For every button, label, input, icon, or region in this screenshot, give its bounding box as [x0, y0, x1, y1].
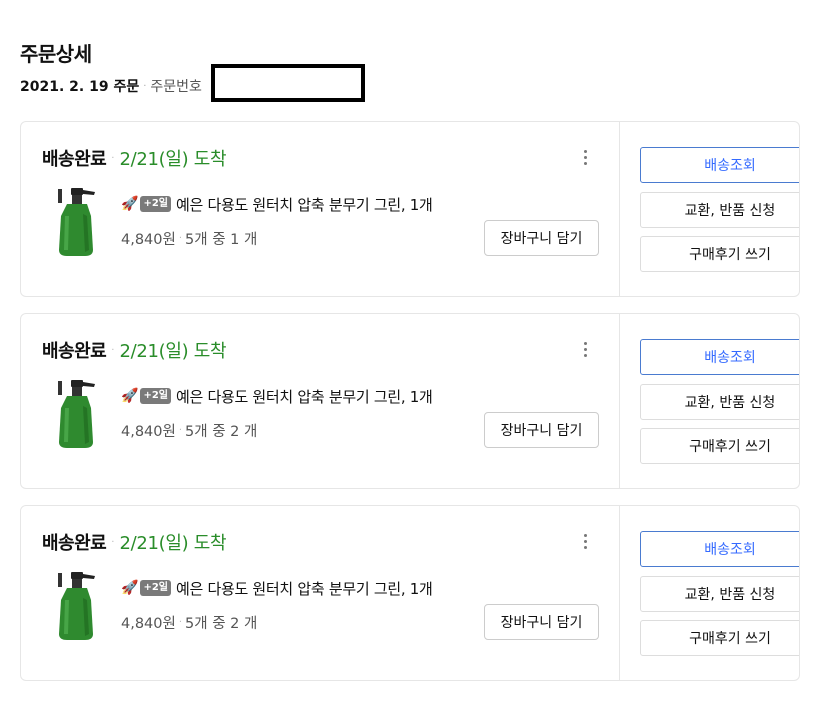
rocket-icon: 🚀	[121, 196, 139, 212]
product-name[interactable]: 예은 다용도 원터치 압축 분무기 그린, 1개	[176, 386, 433, 407]
exchange-return-button[interactable]: 교환, 반품 신청	[640, 576, 799, 612]
price-row: 4,840원 · 5개 중 2 개	[121, 612, 257, 632]
order-card: 배송완료 · 2/21(일) 도착 🚀 +2일 예은 다용도 원터치 압축 분무…	[20, 121, 800, 297]
separator-dot: ·	[178, 616, 183, 628]
order-card-left: 배송완료 · 2/21(일) 도착 🚀 +2일 예은 다용도 원터치 압축 분무…	[21, 122, 619, 296]
product-price: 4,840원	[121, 615, 176, 632]
product-price: 4,840원	[121, 231, 176, 248]
more-vertical-icon[interactable]	[578, 340, 592, 360]
delivery-badge: +2일	[140, 196, 171, 212]
separator-dot: ·	[178, 232, 183, 244]
arrival-date: 2/21(일) 도착	[119, 533, 227, 554]
price-row: 4,840원 · 5개 중 1 개	[121, 228, 257, 248]
delivery-badge: +2일	[140, 388, 171, 404]
card-divider	[619, 122, 620, 296]
separator-dot: ·	[143, 80, 147, 92]
separator-dot: ·	[178, 424, 183, 436]
add-to-cart-button[interactable]: 장바구니 담기	[484, 604, 599, 640]
order-number-label: 주문번호	[150, 79, 202, 95]
separator-dot: ·	[111, 152, 115, 164]
product-image[interactable]	[49, 570, 103, 642]
product-quantity: 5개 중 1 개	[185, 231, 258, 248]
rocket-icon: 🚀	[121, 580, 139, 596]
delivery-status: 배송완료	[42, 341, 107, 362]
product-name-row: 🚀 +2일 예은 다용도 원터치 압축 분무기 그린, 1개	[121, 385, 433, 407]
product-image[interactable]	[49, 186, 103, 258]
delivery-status-row: 배송완료 · 2/21(일) 도착	[42, 336, 227, 364]
order-card-left: 배송완료 · 2/21(일) 도착 🚀 +2일 예은 다용도 원터치 압축 분무…	[21, 314, 619, 488]
delivery-status-row: 배송완료 · 2/21(일) 도착	[42, 528, 227, 556]
product-name[interactable]: 예은 다용도 원터치 압축 분무기 그린, 1개	[176, 578, 433, 599]
product-quantity: 5개 중 2 개	[185, 615, 258, 632]
arrival-date: 2/21(일) 도착	[119, 341, 227, 362]
arrival-date: 2/21(일) 도착	[119, 149, 227, 170]
order-meta: 2021. 2. 19 주문 · 주문번호	[20, 76, 202, 96]
page-title: 주문상세	[20, 42, 92, 66]
write-review-button[interactable]: 구매후기 쓰기	[640, 428, 799, 464]
product-quantity: 5개 중 2 개	[185, 423, 258, 440]
order-card-left: 배송완료 · 2/21(일) 도착 🚀 +2일 예은 다용도 원터치 압축 분무…	[21, 506, 619, 680]
more-vertical-icon[interactable]	[578, 532, 592, 552]
product-price: 4,840원	[121, 423, 176, 440]
card-divider	[619, 506, 620, 680]
add-to-cart-button[interactable]: 장바구니 담기	[484, 220, 599, 256]
delivery-badge: +2일	[140, 580, 171, 596]
write-review-button[interactable]: 구매후기 쓰기	[640, 236, 799, 272]
delivery-status: 배송완료	[42, 149, 107, 170]
order-date: 2021. 2. 19 주문	[20, 79, 140, 95]
redaction-box	[211, 64, 365, 102]
more-vertical-icon[interactable]	[578, 148, 592, 168]
track-delivery-button[interactable]: 배송조회	[640, 531, 799, 567]
track-delivery-button[interactable]: 배송조회	[640, 339, 799, 375]
card-divider	[619, 314, 620, 488]
separator-dot: ·	[111, 536, 115, 548]
order-card: 배송완료 · 2/21(일) 도착 🚀 +2일 예은 다용도 원터치 압축 분무…	[20, 505, 800, 681]
price-row: 4,840원 · 5개 중 2 개	[121, 420, 257, 440]
track-delivery-button[interactable]: 배송조회	[640, 147, 799, 183]
product-image[interactable]	[49, 378, 103, 450]
order-card: 배송완료 · 2/21(일) 도착 🚀 +2일 예은 다용도 원터치 압축 분무…	[20, 313, 800, 489]
rocket-icon: 🚀	[121, 388, 139, 404]
product-name[interactable]: 예은 다용도 원터치 압축 분무기 그린, 1개	[176, 194, 433, 215]
add-to-cart-button[interactable]: 장바구니 담기	[484, 412, 599, 448]
write-review-button[interactable]: 구매후기 쓰기	[640, 620, 799, 656]
product-name-row: 🚀 +2일 예은 다용도 원터치 압축 분무기 그린, 1개	[121, 577, 433, 599]
separator-dot: ·	[111, 344, 115, 356]
exchange-return-button[interactable]: 교환, 반품 신청	[640, 192, 799, 228]
delivery-status-row: 배송완료 · 2/21(일) 도착	[42, 144, 227, 172]
product-name-row: 🚀 +2일 예은 다용도 원터치 압축 분무기 그린, 1개	[121, 193, 433, 215]
delivery-status: 배송완료	[42, 533, 107, 554]
exchange-return-button[interactable]: 교환, 반품 신청	[640, 384, 799, 420]
